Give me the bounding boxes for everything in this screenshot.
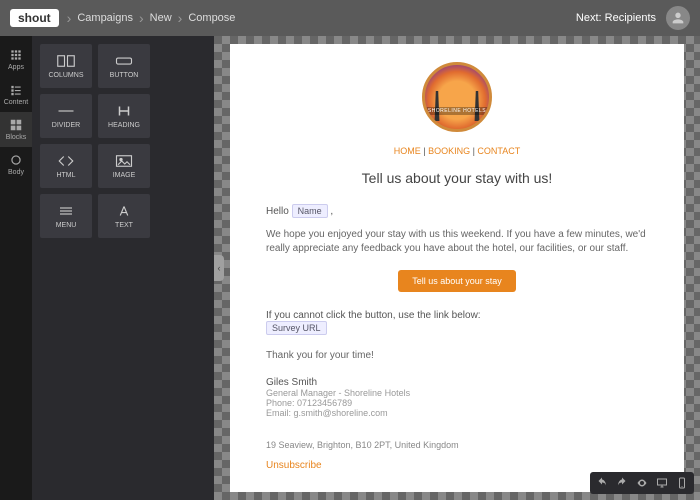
next-step-link[interactable]: Next: Recipients	[576, 12, 656, 24]
email-headline[interactable]: Tell us about your stay with us!	[266, 170, 648, 186]
block-text[interactable]: TEXT	[98, 194, 150, 238]
rail-label: Content	[4, 99, 29, 106]
text-icon	[115, 204, 133, 218]
greeting-prefix: Hello	[266, 206, 289, 217]
rail-apps[interactable]: Apps	[0, 42, 32, 77]
unsubscribe-link[interactable]: Unsubscribe	[266, 460, 322, 471]
alt-link-intro[interactable]: If you cannot click the button, use the …	[266, 310, 648, 321]
list-icon	[9, 83, 23, 97]
intro-paragraph[interactable]: We hope you enjoyed your stay with us th…	[266, 228, 648, 256]
panel-collapse-handle[interactable]: ‹	[214, 255, 224, 281]
rail-label: Apps	[8, 64, 24, 71]
breadcrumb-item[interactable]: Campaigns	[77, 12, 133, 24]
nav-contact[interactable]: CONTACT	[477, 146, 520, 156]
greeting-line[interactable]: Hello Name ,	[266, 204, 648, 218]
nav-home[interactable]: HOME	[394, 146, 421, 156]
divider-icon	[57, 104, 75, 118]
breadcrumb-item[interactable]: New	[150, 12, 172, 24]
email-scroll[interactable]: SHORELINE HOTELS HOME | BOOKING | CONTAC…	[230, 44, 684, 492]
rail-blocks[interactable]: Blocks	[0, 112, 32, 147]
chevron-right-icon: ›	[139, 10, 144, 26]
email-canvas: SHORELINE HOTELS HOME | BOOKING | CONTAC…	[214, 36, 700, 500]
email-body[interactable]: SHORELINE HOTELS HOME | BOOKING | CONTAC…	[230, 44, 684, 489]
rail-label: Blocks	[6, 134, 27, 141]
signature-phone[interactable]: Phone: 07123456789	[266, 398, 648, 408]
side-rail: Apps Content Blocks Body	[0, 36, 32, 500]
image-icon	[115, 154, 133, 168]
rail-content[interactable]: Content	[0, 77, 32, 112]
blocks-icon	[9, 118, 23, 132]
chevron-right-icon: ›	[67, 10, 72, 26]
email-nav[interactable]: HOME | BOOKING | CONTACT	[266, 146, 648, 156]
canvas-toolbar	[590, 472, 694, 494]
merge-tag-name[interactable]: Name	[292, 204, 328, 218]
blocks-panel: COLUMNS BUTTON DIVIDER HEADING HTML IMAG…	[32, 36, 214, 500]
brand-logo: shout	[10, 9, 59, 27]
heading-icon	[115, 104, 133, 118]
breadcrumb: › Campaigns › New › Compose	[67, 10, 576, 26]
button-icon	[115, 54, 133, 68]
columns-icon	[57, 54, 75, 68]
block-divider[interactable]: DIVIDER	[40, 94, 92, 138]
hotel-logo[interactable]: SHORELINE HOTELS	[422, 62, 492, 132]
preview-icon[interactable]	[636, 477, 648, 489]
signature-email[interactable]: Email: g.smith@shoreline.com	[266, 408, 648, 418]
desktop-icon[interactable]	[656, 477, 668, 489]
footer-address[interactable]: 19 Seaview, Brighton, B10 2PT, United Ki…	[266, 440, 648, 450]
html-icon	[57, 154, 75, 168]
block-html[interactable]: HTML	[40, 144, 92, 188]
thanks-line[interactable]: Thank you for your time!	[266, 349, 648, 363]
hotel-logo-text: SHORELINE HOTELS	[425, 107, 489, 115]
top-bar: shout › Campaigns › New › Compose Next: …	[0, 0, 700, 36]
signature-name[interactable]: Giles Smith	[266, 377, 648, 388]
grid-icon	[9, 48, 23, 62]
block-image[interactable]: IMAGE	[98, 144, 150, 188]
undo-icon[interactable]	[596, 477, 608, 489]
rail-body[interactable]: Body	[0, 147, 32, 182]
block-button[interactable]: BUTTON	[98, 44, 150, 88]
nav-booking[interactable]: BOOKING	[428, 146, 470, 156]
block-heading[interactable]: HEADING	[98, 94, 150, 138]
block-menu[interactable]: MENU	[40, 194, 92, 238]
mobile-icon[interactable]	[676, 477, 688, 489]
rail-label: Body	[8, 169, 24, 176]
merge-tag-survey-url[interactable]: Survey URL	[266, 321, 327, 335]
redo-icon[interactable]	[616, 477, 628, 489]
signature-title[interactable]: General Manager - Shoreline Hotels	[266, 388, 648, 398]
body-icon	[9, 153, 23, 167]
block-columns[interactable]: COLUMNS	[40, 44, 92, 88]
cta-button[interactable]: Tell us about your stay	[398, 270, 516, 292]
chevron-right-icon: ›	[178, 10, 183, 26]
breadcrumb-item[interactable]: Compose	[188, 12, 235, 24]
person-icon	[670, 10, 686, 26]
user-avatar[interactable]	[666, 6, 690, 30]
menu-icon	[57, 204, 75, 218]
